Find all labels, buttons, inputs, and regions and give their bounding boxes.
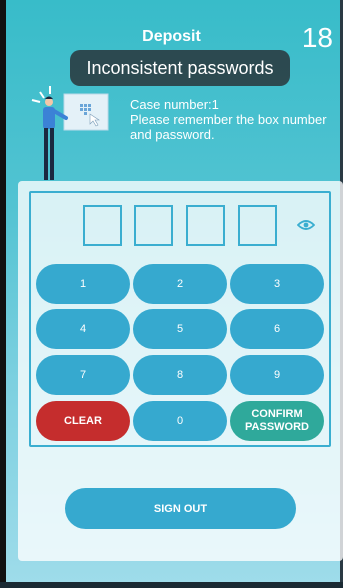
- instruction-line-1: Please remember the box number: [130, 112, 327, 127]
- confirm-label-line-1: CONFIRM: [251, 408, 303, 420]
- sign-out-button[interactable]: SIGN OUT: [65, 488, 296, 529]
- eye-icon[interactable]: [297, 218, 315, 232]
- pin-digit-box-2[interactable]: [134, 205, 173, 246]
- countdown-timer: 18: [301, 22, 333, 53]
- pin-digit-box-3[interactable]: [186, 205, 225, 246]
- clear-button[interactable]: CLEAR: [36, 401, 130, 441]
- user-locker-illustration: [31, 86, 109, 180]
- key-7[interactable]: 7: [36, 355, 130, 395]
- device-frame-left: [0, 0, 6, 588]
- device-frame-bottom: [0, 582, 343, 588]
- page-title: Deposit: [142, 28, 201, 45]
- error-toast: Inconsistent passwords: [70, 50, 290, 86]
- case-info: Case number:1 Please remember the box nu…: [130, 97, 343, 142]
- key-5[interactable]: 5: [133, 309, 227, 349]
- key-6[interactable]: 6: [230, 309, 324, 349]
- key-3[interactable]: 3: [230, 264, 324, 304]
- key-0[interactable]: 0: [133, 401, 227, 441]
- key-1[interactable]: 1: [36, 264, 130, 304]
- pin-digit-box-1[interactable]: [83, 205, 122, 246]
- key-4[interactable]: 4: [36, 309, 130, 349]
- key-2[interactable]: 2: [133, 264, 227, 304]
- key-8[interactable]: 8: [133, 355, 227, 395]
- case-number: Case number:1: [130, 97, 219, 112]
- confirm-password-button[interactable]: CONFIRM PASSWORD: [230, 401, 324, 441]
- instruction-line-2: and password.: [130, 127, 215, 142]
- confirm-label-line-2: PASSWORD: [245, 421, 309, 433]
- key-9[interactable]: 9: [230, 355, 324, 395]
- pin-digit-box-4[interactable]: [238, 205, 277, 246]
